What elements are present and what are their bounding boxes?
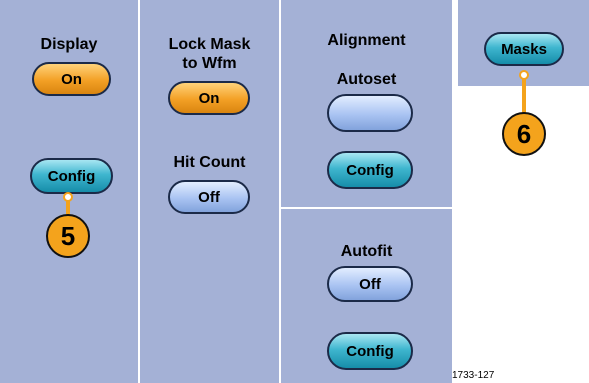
- autoset-button[interactable]: [327, 94, 413, 132]
- divider: [281, 207, 452, 209]
- hit-count-label: Hit Count: [173, 154, 246, 171]
- autoset-label: Autoset: [336, 71, 397, 88]
- lock-mask-on-button[interactable]: On: [168, 81, 250, 115]
- alignment-label: Alignment: [327, 32, 406, 49]
- figure-number: 1733-127: [452, 370, 495, 381]
- lock-mask-label: Lock Mask to Wfm: [140, 35, 279, 73]
- autofit-off-button[interactable]: Off: [327, 266, 413, 302]
- lock-mask-label-line2: to Wfm: [182, 55, 237, 72]
- display-label: Display: [40, 36, 98, 53]
- display-config-button[interactable]: Config: [30, 158, 113, 194]
- masks-button[interactable]: Masks: [484, 32, 564, 66]
- callout-6-anchor: [519, 70, 529, 80]
- autofit-config-button[interactable]: Config: [327, 332, 413, 370]
- callout-5-anchor: [63, 192, 73, 202]
- display-on-button[interactable]: On: [32, 62, 111, 96]
- alignment-config-button[interactable]: Config: [327, 151, 413, 189]
- autofit-label: Autofit: [340, 243, 393, 260]
- callout-6: 6: [502, 112, 546, 156]
- lock-mask-label-line1: Lock Mask: [168, 36, 251, 53]
- hit-count-off-button[interactable]: Off: [168, 180, 250, 214]
- callout-6-leader: [522, 74, 526, 116]
- divider: [279, 0, 281, 383]
- callout-5: 5: [46, 214, 90, 258]
